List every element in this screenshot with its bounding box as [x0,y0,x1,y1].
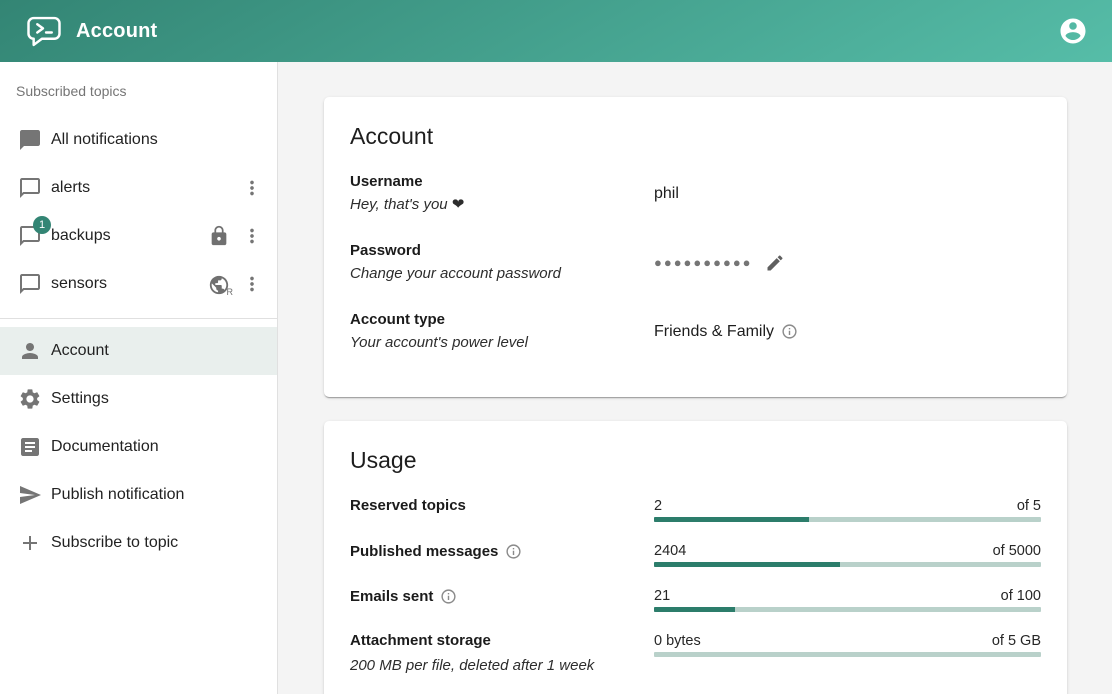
chat-outline-icon [18,272,42,296]
account-type-label: Account type [350,312,654,328]
sidebar-divider [0,318,277,319]
info-icon[interactable] [781,323,798,340]
username-subtitle: Hey, that's you ❤ [350,197,654,213]
chat-filled-icon [18,128,42,152]
page-title: Account [76,20,157,43]
edit-pencil-icon[interactable] [765,253,785,273]
password-label: Password [350,243,654,259]
sidebar-item-all-notifications[interactable]: All notifications [0,116,277,164]
lock-icon [208,225,230,247]
sidebar-item-subscribe-to-topic[interactable]: Subscribe to topic [0,519,277,567]
password-subtitle: Change your account password [350,266,654,282]
published-messages-current: 2404 [654,543,686,559]
usage-card: Usage Reserved topics 2 of 5 Published m… [324,421,1067,694]
sidebar-item-label: Account [51,342,263,360]
account-card-title: Account [350,123,1041,150]
attachment-storage-current: 0 bytes [654,633,701,649]
sidebar-item-label: alerts [51,179,241,197]
reserved-topics-limit: of 5 [1017,498,1041,514]
account-circle-icon[interactable] [1058,16,1088,46]
progress-bar-fill [654,607,735,612]
password-dots: ●●●●●●●●●● [654,255,753,271]
sidebar-item-label: All notifications [51,131,263,149]
chat-outline-icon [18,176,42,200]
chat-outline-icon: 1 [18,224,42,248]
send-icon [18,483,42,507]
more-vert-icon[interactable] [241,273,263,295]
info-icon[interactable] [505,543,522,560]
attachment-storage-label: Attachment storage [350,633,654,649]
gear-icon [18,387,42,411]
sidebar-item-label: Subscribe to topic [51,534,263,552]
password-row: Password Change your account password ●●… [350,243,1041,282]
reserved-topics-label: Reserved topics [350,498,654,514]
sidebar-item-sensors[interactable]: sensors R [0,260,277,308]
progress-bar-fill [654,562,840,567]
usage-card-title: Usage [350,447,1041,474]
account-card: Account Username Hey, that's you ❤ phil … [324,97,1067,397]
article-icon [18,435,42,459]
progress-bar [654,562,1041,567]
username-row: Username Hey, that's you ❤ phil [350,174,1041,213]
app-header: Account [0,0,1112,62]
more-vert-icon[interactable] [241,177,263,199]
unread-count-badge: 1 [33,216,51,234]
emails-sent-label: Emails sent [350,589,433,605]
emails-sent-limit: of 100 [1001,588,1041,604]
sidebar-item-backups[interactable]: 1 backups [0,212,277,260]
more-vert-icon[interactable] [241,225,263,247]
account-type-value: Friends & Family [654,323,774,341]
ntfy-logo-icon [26,16,62,47]
sidebar-item-label: Settings [51,390,263,408]
person-icon [18,339,42,363]
username-value: phil [654,185,1041,203]
sidebar-item-account[interactable]: Account [0,327,277,375]
sidebar-item-label: Publish notification [51,486,263,504]
reserved-topics-current: 2 [654,498,662,514]
username-label: Username [350,174,654,190]
sidebar-item-publish-notification[interactable]: Publish notification [0,471,277,519]
info-icon[interactable] [440,588,457,605]
sidebar-item-documentation[interactable]: Documentation [0,423,277,471]
sidebar-item-settings[interactable]: Settings [0,375,277,423]
attachment-storage-row: Attachment storage 200 MB per file, dele… [350,633,1041,674]
reserved-topics-row: Reserved topics 2 of 5 [350,498,1041,522]
emails-sent-row: Emails sent 21 of 100 [350,588,1041,612]
account-type-row: Account type Your account's power level … [350,312,1041,351]
plus-icon [18,531,42,555]
sidebar-item-label: backups [51,227,208,245]
progress-bar [654,607,1041,612]
attachment-storage-subtitle: 200 MB per file, deleted after 1 week [350,658,654,674]
published-messages-label: Published messages [350,544,498,560]
progress-bar [654,652,1041,657]
sidebar-item-alerts[interactable]: alerts [0,164,277,212]
subscribed-topics-subheader: Subscribed topics [0,62,277,116]
emails-sent-current: 21 [654,588,670,604]
main-content: Account Username Hey, that's you ❤ phil … [278,62,1112,694]
sidebar-item-label: sensors [51,275,208,293]
account-type-subtitle: Your account's power level [350,335,654,351]
published-messages-row: Published messages 2404 of 5000 [350,543,1041,567]
globe-sub-label: R [227,287,234,297]
published-messages-limit: of 5000 [993,543,1041,559]
sidebar: Subscribed topics All notifications aler… [0,62,278,694]
attachment-storage-limit: of 5 GB [992,633,1041,649]
progress-bar-fill [654,517,809,522]
globe-reserved-icon: R [208,273,230,295]
sidebar-item-label: Documentation [51,438,263,456]
progress-bar [654,517,1041,522]
